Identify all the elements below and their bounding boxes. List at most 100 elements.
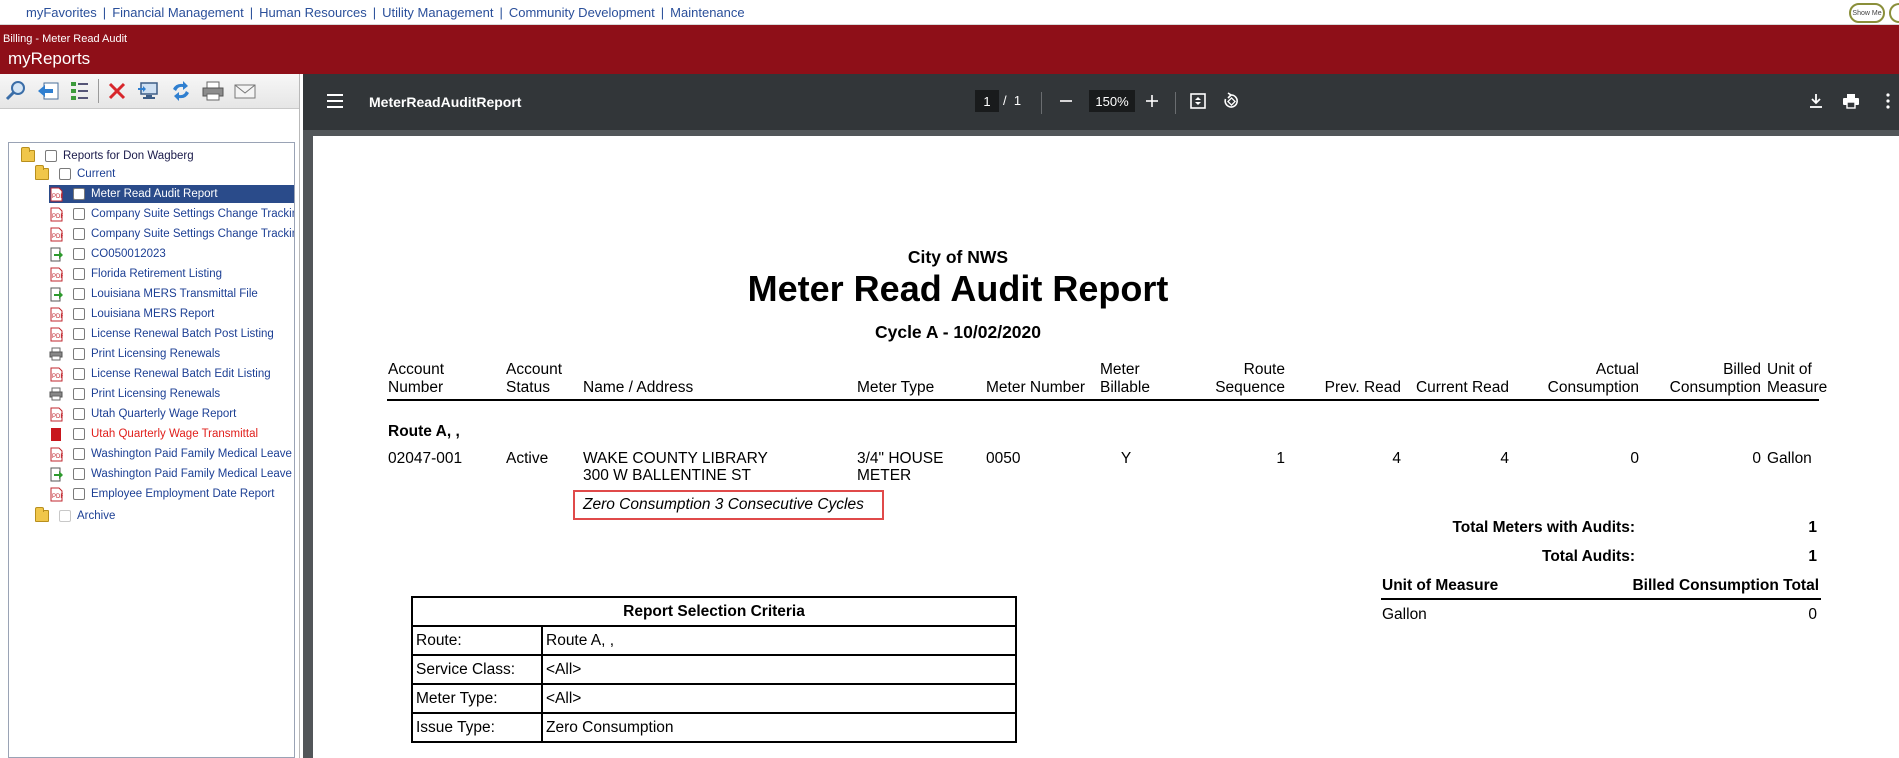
tree-item[interactable]: PDF Company Suite Settings Change Tracki… xyxy=(49,225,294,243)
page-number-input[interactable]: 1 xyxy=(975,90,999,112)
col-meter-billable: Meter Billable xyxy=(1100,361,1150,396)
tree-item[interactable]: Utah Quarterly Wage Transmittal xyxy=(49,425,258,443)
breadcrumb: Billing - Meter Read Audit xyxy=(3,33,128,45)
fit-page-icon[interactable] xyxy=(1187,90,1209,112)
tree-folder-archive[interactable]: Archive xyxy=(35,507,115,525)
table-row: Issue Type: Zero Consumption xyxy=(411,712,1017,743)
back-arrow-icon[interactable] xyxy=(34,77,62,105)
cell-prev-read: 4 xyxy=(1392,450,1401,467)
col-account-number: Account Number xyxy=(388,361,445,396)
nav-financial-management[interactable]: Financial Management xyxy=(112,5,244,20)
col-billed-consumption: Billed Consumption xyxy=(1669,361,1761,396)
secondary-pill-button[interactable] xyxy=(1889,3,1899,23)
tree-item-checkbox[interactable] xyxy=(73,328,85,340)
cell-account-number: 02047-001 xyxy=(388,450,463,467)
total-meters-value: 1 xyxy=(1808,519,1817,536)
tree-item-checkbox[interactable] xyxy=(73,228,85,240)
tree-item-checkbox[interactable] xyxy=(73,248,85,260)
pdf-icon: PDF xyxy=(49,366,63,382)
email-icon[interactable] xyxy=(231,77,259,105)
billed-total-value: 0 xyxy=(1808,606,1817,623)
tree-item-checkbox[interactable] xyxy=(73,188,85,200)
svg-text:PDF: PDF xyxy=(52,334,63,340)
tree-item[interactable]: PDF Employee Employment Date Report xyxy=(49,485,274,503)
tree-item-checkbox[interactable] xyxy=(73,408,85,420)
export-icon xyxy=(49,246,63,262)
zoom-level-input[interactable]: 150% xyxy=(1089,90,1135,112)
table-row: Service Class: <All> xyxy=(411,654,1017,685)
col-name-address: Name / Address xyxy=(583,379,694,396)
cell-unit-of-measure: Gallon xyxy=(1767,450,1812,467)
printer-icon[interactable] xyxy=(199,77,227,105)
printer-icon xyxy=(49,346,63,362)
tree-item-checkbox[interactable] xyxy=(73,208,85,220)
tree-item[interactable]: PDF Meter Read Audit Report xyxy=(49,185,294,203)
tree-item[interactable]: Print Licensing Renewals xyxy=(49,345,220,363)
route-heading: Route A, , xyxy=(388,423,460,440)
total-meters-label: Total Meters with Audits: xyxy=(1452,519,1635,536)
report-title: Meter Read Audit Report xyxy=(747,268,1169,309)
tree-item-checkbox[interactable] xyxy=(73,468,85,480)
monitor-icon[interactable] xyxy=(135,77,163,105)
tree-root-checkbox[interactable] xyxy=(45,150,57,162)
tree-item[interactable]: PDF Louisiana MERS Report xyxy=(49,305,214,323)
tree-item-checkbox[interactable] xyxy=(73,428,85,440)
tree-item[interactable]: PDF Company Suite Settings Change Tracki… xyxy=(49,205,294,223)
folder-open-icon xyxy=(21,147,35,164)
print-icon[interactable] xyxy=(1840,90,1862,112)
tree-item-checkbox[interactable] xyxy=(73,488,85,500)
top-navigation: myFavorites | Financial Management | Hum… xyxy=(0,0,1899,25)
page-total: 1 xyxy=(1013,93,1022,108)
tree-item-checkbox[interactable] xyxy=(73,448,85,460)
cell-meter-billable: Y xyxy=(1120,450,1132,467)
tree-item[interactable]: CO050012023 xyxy=(49,245,166,263)
tree-item[interactable]: PDF Utah Quarterly Wage Report xyxy=(49,405,236,423)
nav-community-development[interactable]: Community Development xyxy=(509,5,655,20)
pdf-icon: PDF xyxy=(49,486,63,502)
report-organization: City of NWS xyxy=(907,247,1009,267)
menu-icon[interactable] xyxy=(327,94,343,108)
tree-root[interactable]: Reports for Don Wagberg xyxy=(21,147,194,165)
archive-folder-checkbox[interactable] xyxy=(59,510,71,522)
pdf-icon: PDF xyxy=(49,226,63,242)
nav-maintenance[interactable]: Maintenance xyxy=(670,5,744,20)
tree-item-checkbox[interactable] xyxy=(73,348,85,360)
nav-human-resources[interactable]: Human Resources xyxy=(259,5,367,20)
zoom-out-icon[interactable] xyxy=(1055,90,1077,112)
pdf-page: City of NWS Meter Read Audit Report Cycl… xyxy=(313,136,1899,758)
tree-item[interactable]: Print Licensing Renewals xyxy=(49,385,220,403)
download-icon[interactable] xyxy=(1805,90,1827,112)
current-folder-checkbox[interactable] xyxy=(59,168,71,180)
tree-item[interactable]: PDF Washington Paid Family Medical Leave xyxy=(49,445,292,463)
show-me-button[interactable]: Show Me xyxy=(1849,3,1885,23)
nav-myfavorites[interactable]: myFavorites xyxy=(26,5,97,20)
cell-actual-consumption: 0 xyxy=(1630,450,1639,467)
tree-item[interactable]: PDF License Renewal Batch Edit Listing xyxy=(49,365,271,383)
tree-item[interactable]: Louisiana MERS Transmittal File xyxy=(49,285,258,303)
refresh-arrows-icon[interactable] xyxy=(167,77,195,105)
tree-folder-current[interactable]: Current xyxy=(35,165,115,183)
tree-item[interactable]: Washington Paid Family Medical Leave xyxy=(49,465,292,483)
tree-item-checkbox[interactable] xyxy=(73,368,85,380)
delete-icon[interactable] xyxy=(103,77,131,105)
tree-item[interactable]: PDF License Renewal Batch Post Listing xyxy=(49,325,274,343)
tree-item-checkbox[interactable] xyxy=(73,308,85,320)
list-icon[interactable] xyxy=(66,77,94,105)
uom-header: Unit of Measure xyxy=(1382,577,1499,594)
tree-item-checkbox[interactable] xyxy=(73,268,85,280)
tree-item-checkbox[interactable] xyxy=(73,388,85,400)
rotate-icon[interactable] xyxy=(1220,90,1242,112)
zoom-in-icon[interactable] xyxy=(1141,90,1163,112)
search-icon[interactable] xyxy=(2,77,30,105)
svg-text:PDF: PDF xyxy=(52,194,63,200)
svg-text:PDF: PDF xyxy=(52,374,63,380)
tree-item[interactable]: PDF Florida Retirement Listing xyxy=(49,265,222,283)
reports-tree: Reports for Don Wagberg Current PDF Mete… xyxy=(8,142,295,758)
folder-open-icon xyxy=(35,165,49,182)
more-options-icon[interactable] xyxy=(1877,90,1899,112)
app-header: Billing - Meter Read Audit myReports xyxy=(0,25,1899,74)
tree-item-checkbox[interactable] xyxy=(73,288,85,300)
nav-utility-management[interactable]: Utility Management xyxy=(382,5,493,20)
pdf-icon: PDF xyxy=(49,306,63,322)
col-meter-type: Meter Type xyxy=(857,379,935,396)
